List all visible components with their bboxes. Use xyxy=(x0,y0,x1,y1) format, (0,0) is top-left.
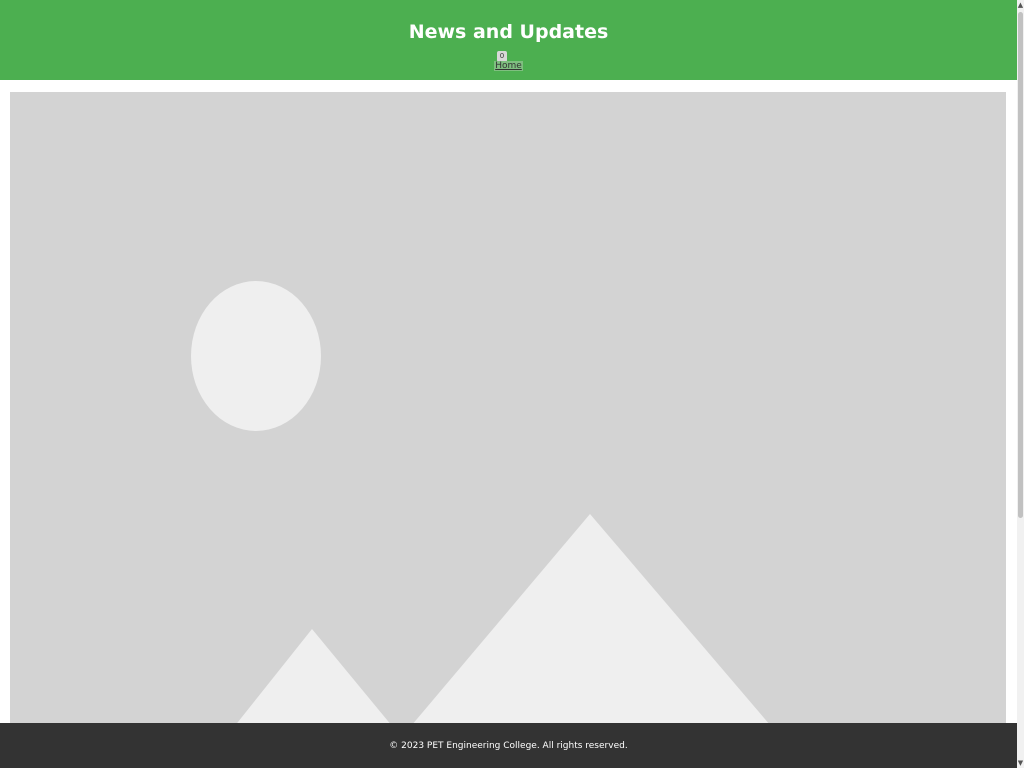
small-mountain-shape xyxy=(230,629,397,732)
main-image-placeholder xyxy=(10,92,1006,732)
large-mountain-shape xyxy=(406,514,776,732)
site-footer: © 2023 PET Engineering College. All righ… xyxy=(0,723,1017,768)
scroll-up-arrow-icon[interactable]: ▲ xyxy=(1017,0,1024,10)
home-link[interactable]: Home xyxy=(494,61,523,71)
nav-home-link-wrapper: Home xyxy=(0,61,1017,72)
page: News and Updates 0 Home © 2023 PET Engin… xyxy=(0,0,1017,768)
page-title: News and Updates xyxy=(408,21,609,43)
sun-shape xyxy=(191,281,321,431)
footer-copyright: © 2023 PET Engineering College. All righ… xyxy=(389,741,628,751)
scroll-down-arrow-icon[interactable]: ▼ xyxy=(1017,758,1024,768)
image-placeholder-icon xyxy=(191,281,776,732)
vertical-scrollbar[interactable]: ▲ ▼ xyxy=(1017,0,1024,768)
scrollbar-thumb[interactable] xyxy=(1018,12,1023,518)
site-header: News and Updates 0 Home xyxy=(0,0,1017,80)
